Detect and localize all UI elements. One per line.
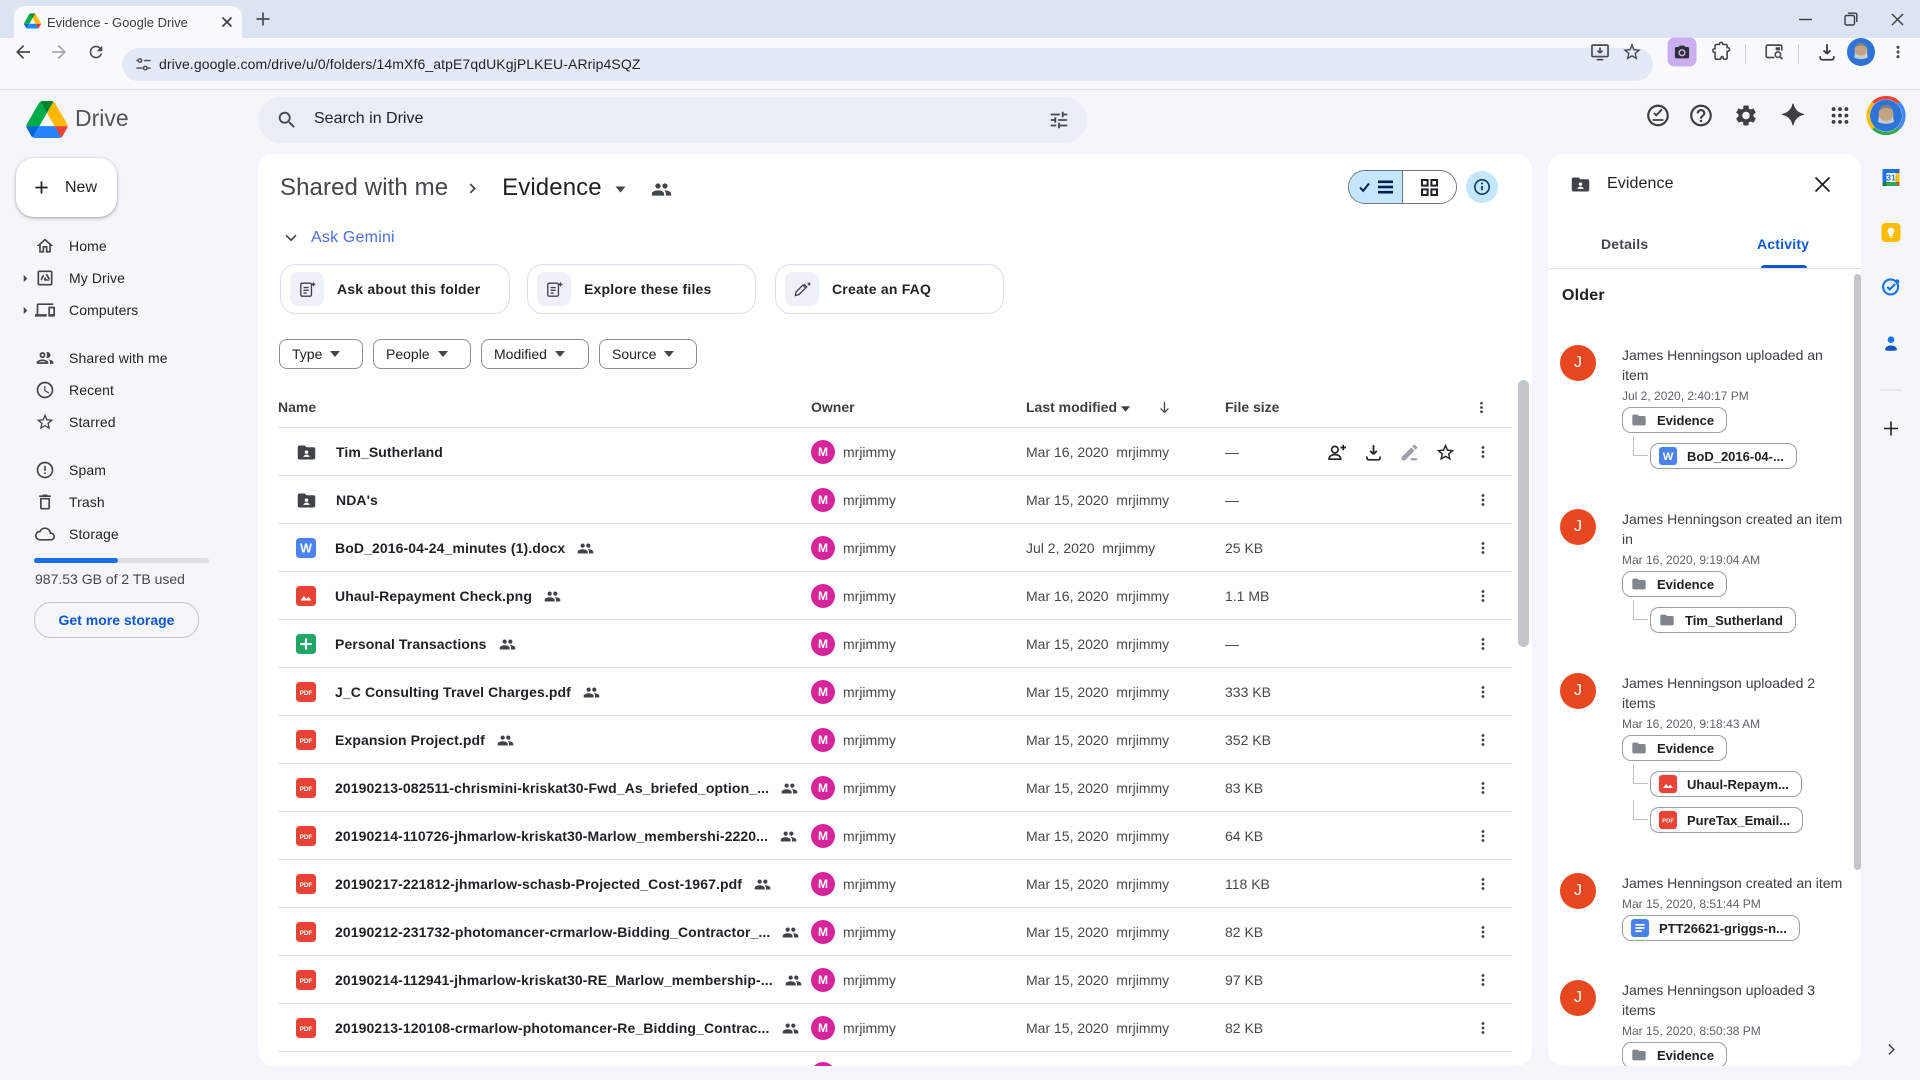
svg-text:31: 31: [1886, 173, 1896, 183]
